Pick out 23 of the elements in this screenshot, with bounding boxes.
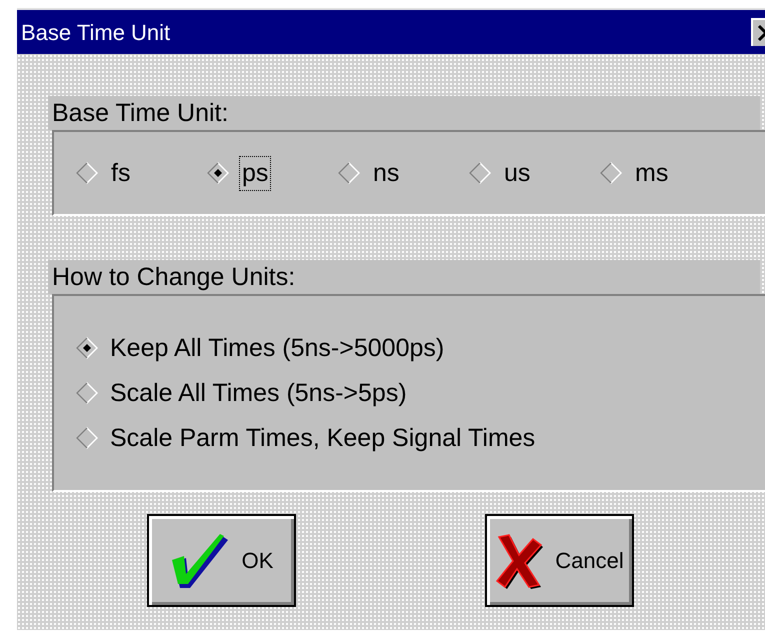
group-label: Base Time Unit: [52,100,228,126]
radio-button[interactable] [76,382,98,404]
radio-button[interactable] [76,162,98,184]
radio-button[interactable] [76,337,98,359]
cancel-button[interactable]: Cancel [485,514,634,607]
cross-icon [495,532,544,588]
radio-label[interactable]: Scale All Times (5ns->5ps) [110,380,407,406]
radio-button[interactable] [600,162,622,184]
radio-label[interactable]: ps [239,156,272,190]
group-label: How to Change Units: [52,264,296,290]
radio-label[interactable]: Keep All Times (5ns->5000ps) [110,336,444,360]
radio-label[interactable]: ns [370,156,402,190]
checkmark-icon [170,532,230,590]
radio-button[interactable] [469,162,491,184]
radio-button[interactable] [338,162,360,184]
radio-label[interactable]: fs [108,156,134,190]
radio-button[interactable] [207,162,229,184]
radio-label[interactable]: us [501,156,534,190]
radio-label[interactable]: ms [632,156,672,190]
ok-button[interactable]: OK [147,514,296,607]
radio-button[interactable] [76,427,98,449]
window-title: Base Time Unit [21,18,170,46]
radio-label[interactable]: Scale Parm Times, Keep Signal Times [110,426,536,450]
